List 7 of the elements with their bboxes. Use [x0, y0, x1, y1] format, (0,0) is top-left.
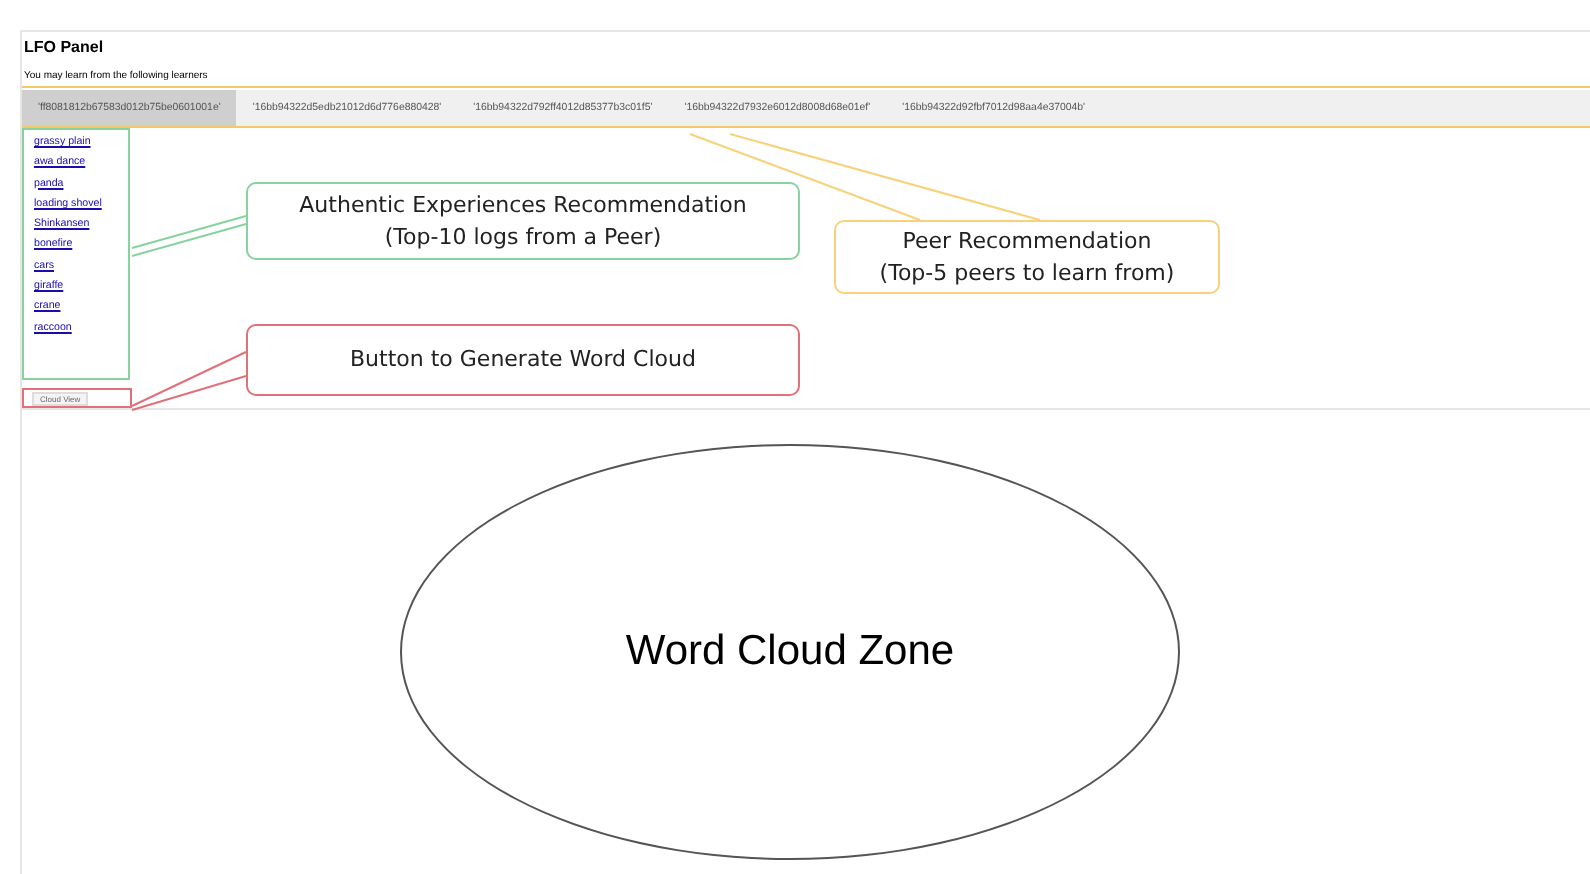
callout-subtext: (Top-5 peers to learn from) — [879, 257, 1175, 289]
callout-subtext: (Top-10 logs from a Peer) — [384, 221, 662, 253]
callout-text: Button to Generate Word Cloud — [350, 344, 696, 376]
callout-text: Authentic Experiences Recommendation — [299, 189, 747, 221]
word-cloud-zone: Word Cloud Zone — [400, 444, 1180, 860]
callout-text: Peer Recommendation — [902, 225, 1152, 257]
panel-title: LFO Panel — [22, 36, 106, 60]
